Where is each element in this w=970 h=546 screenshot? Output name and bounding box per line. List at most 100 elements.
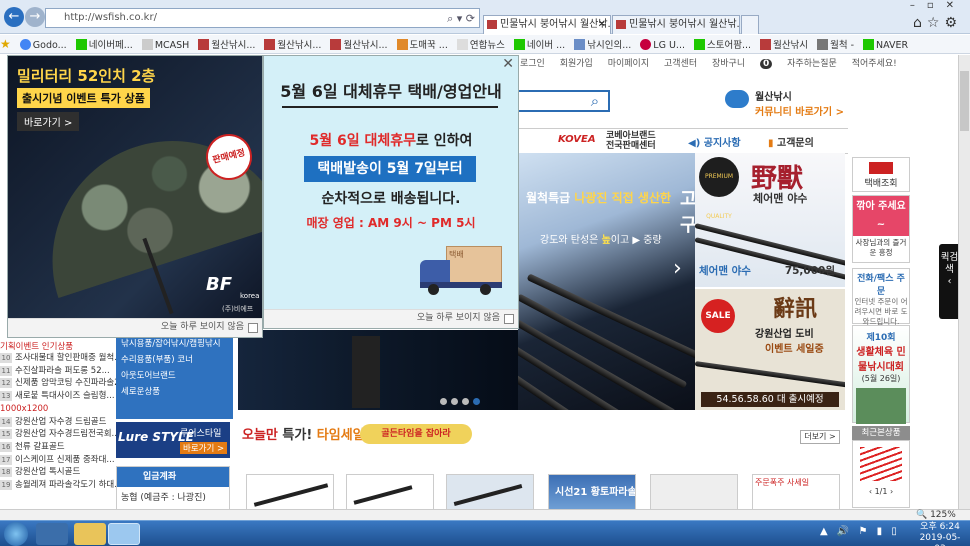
umbrella-ad[interactable]: 밀리터리 52인치 2층 출시기념 이벤트 특가 상품 바로가기 > 판매예정 … xyxy=(8,56,262,318)
side-banner-yasu[interactable]: PREMIUM QUALITY 野獸 체어맨 야수 체어맨 야수 75,000원 xyxy=(695,153,845,287)
bookmark-item[interactable]: LG U... xyxy=(640,36,685,53)
popular-product-item[interactable]: 12신제품 암막코팅 수진파라솔2층 xyxy=(0,377,116,390)
popular-product-item[interactable]: 14 강원산업 자수경 드림골드 xyxy=(0,416,116,429)
product-name: 강원산업 톡시골드 xyxy=(15,467,81,478)
product-tile[interactable] xyxy=(446,474,534,510)
tab-2[interactable]: 민물낚시 붕어낚시 월산낚... xyxy=(612,15,740,34)
pager-dot[interactable] xyxy=(440,398,447,405)
address-bar[interactable]: http://wsfish.co.kr/ ⌕ ▾ ⟳ xyxy=(45,8,480,28)
menu-kovea-center[interactable]: 코베아브랜드 전국판매센터 xyxy=(606,131,666,151)
popular-product-item[interactable]: 17 이스케이프 신제품 중좌대... xyxy=(0,454,116,467)
popular-product-item[interactable]: 10 조사대물대 할인판매중 월척... xyxy=(0,352,116,365)
phone-order-box[interactable]: 전화/팩스 주문 인터넷 주문이 어려우시면 바로 도와드립니다. xyxy=(852,268,910,326)
banner-next-icon[interactable]: › xyxy=(673,256,682,281)
delivery-tracking-button[interactable]: 택배조회 xyxy=(852,157,910,192)
close-icon[interactable]: ✕ xyxy=(502,56,514,72)
page-scrollbar[interactable] xyxy=(958,55,970,509)
popular-product-item[interactable]: 11 수진살파라솔 퍼도롱 52... xyxy=(0,365,116,378)
product-tile[interactable]: 주문폭주 사세일 xyxy=(752,474,840,510)
haggle-banner[interactable]: 깎아 주세요~ 사장님과의 즐거운 흥정 xyxy=(852,195,910,263)
forward-button[interactable]: → xyxy=(25,7,45,27)
dismiss-checkbox[interactable] xyxy=(504,314,514,324)
system-tray-icons[interactable]: ▲ 🔊 ⚑ ▮ ▯ xyxy=(820,526,900,537)
tab-1[interactable]: 민물낚시 붕어낚시 월산낚... ✕ xyxy=(483,15,611,34)
popular-product-item[interactable]: 15 강원산업 자수경드림전국회... xyxy=(0,428,116,441)
lure-link[interactable]: 바로가기 > xyxy=(180,442,228,454)
product-tile[interactable] xyxy=(650,474,738,510)
dismiss-checkbox[interactable] xyxy=(248,323,258,333)
popular-product-item[interactable]: 1000x1200 xyxy=(0,403,116,416)
start-button[interactable] xyxy=(4,522,28,546)
bookmark-item[interactable]: 네이버 ... xyxy=(513,36,565,53)
memo-link[interactable]: 적어주세요! xyxy=(852,59,897,69)
bookmark-item[interactable]: 월산낚시 xyxy=(760,36,808,53)
folder-icon[interactable] xyxy=(74,523,106,545)
banner-hanja-title: 辭訊 xyxy=(773,296,818,322)
main-banner[interactable]: 월척특급 나광진 직접 생산한 고구 강도와 탄성은 높이고 ▶ 중량 xyxy=(518,153,695,410)
new-tab-button[interactable] xyxy=(741,15,759,34)
media-player-icon[interactable] xyxy=(36,523,68,545)
popup-dismiss-row[interactable]: 오늘 하루 보이지 않음 xyxy=(264,309,518,328)
bookmark-item[interactable]: NAVER xyxy=(863,36,908,53)
community-link[interactable]: 월산낚시 커뮤니티 바로가기 > xyxy=(723,88,844,118)
popular-product-item[interactable]: 13 새로붙 특대사이즈 슬림형... xyxy=(0,390,116,403)
lure-style-banner[interactable]: Lure STYLE 루어스타일 바로가기 > xyxy=(116,422,230,458)
home-star-gear-icons[interactable]: ⌂☆⚙ xyxy=(913,15,962,31)
bookmark-item[interactable]: 월산낚시... xyxy=(264,36,321,53)
cart-link[interactable]: 장바구니 0 xyxy=(712,59,773,69)
popup-dismiss-row[interactable]: 오늘 하루 보이지 않음 xyxy=(8,318,262,337)
bookmark-item[interactable]: MCASH xyxy=(141,36,189,53)
clock[interactable]: 오후 6:24 2019-05-03 xyxy=(914,522,966,546)
login-link[interactable]: 로그인 xyxy=(520,59,545,69)
umbrella-badge: 출시기념 이벤트 특가 상품 xyxy=(17,88,150,108)
more-button[interactable]: 더보기 > xyxy=(800,430,840,444)
bookmark-item[interactable]: 월산낚시... xyxy=(330,36,388,53)
pager-dot-active[interactable] xyxy=(473,398,480,405)
popular-product-item[interactable]: 18 강원산업 톡시골드 xyxy=(0,466,116,479)
product-tile[interactable]: 시선21 황토파라솔 47 xyxy=(548,474,636,510)
product-tile[interactable] xyxy=(346,474,434,510)
golden-time-button[interactable]: 골든타임을 잡아라 xyxy=(360,424,472,444)
scroll-thumb[interactable] xyxy=(960,71,969,131)
recent-pager[interactable]: ‹ 1/1 › xyxy=(853,487,909,496)
search-icon[interactable]: ⌕ xyxy=(583,91,607,111)
pager-dot[interactable] xyxy=(451,398,458,405)
popular-product-item[interactable]: 16 천류 갈표골드 xyxy=(0,441,116,454)
menu-inquiry[interactable]: ▮ 고객문의 xyxy=(768,134,814,149)
tournament-banner[interactable]: 제10회 생활체육 민물낚시대회 (5월 26일) xyxy=(852,325,910,424)
close-tab-icon[interactable]: ✕ xyxy=(598,16,606,33)
search-refresh-icons[interactable]: ⌕ ▾ ⟳ xyxy=(447,10,475,28)
side-banner-dobi[interactable]: SALE 辭訊 강원산업 도비 이벤트 세일중 54.56.58.60 대 출시… xyxy=(695,289,845,410)
bookmark-item[interactable]: 도매꾹 ... xyxy=(396,36,448,53)
category-item[interactable]: 수리용품(부품) 코너 xyxy=(121,352,233,368)
popular-product-item[interactable]: 19 송월레져 파라솔각도기 하대... xyxy=(0,479,116,492)
bookmark-item[interactable]: 네이버페... xyxy=(75,36,133,53)
back-button[interactable]: ← xyxy=(4,7,24,27)
ie-icon[interactable] xyxy=(108,523,140,545)
zoom-level[interactable]: 🔍 125% xyxy=(916,510,956,520)
bookmark-item[interactable]: 낚시인의... xyxy=(574,36,631,53)
recent-items-box[interactable]: ‹ 1/1 › xyxy=(852,440,910,508)
recent-item-thumb[interactable] xyxy=(860,447,902,481)
window-controls[interactable]: –▫✕ xyxy=(910,0,970,11)
quick-search-tab[interactable]: 퀵검색 ‹ xyxy=(939,244,960,319)
category-item[interactable]: 낚시용품/잡어낚시/캠핑낚시 xyxy=(121,336,233,352)
mypage-link[interactable]: 마이페이지 xyxy=(608,59,649,69)
favorites-star-icon[interactable]: ★ xyxy=(0,35,11,53)
page-icon xyxy=(456,39,468,50)
bookmark-item[interactable]: 연합뉴스 xyxy=(456,36,505,53)
menu-notice[interactable]: ◀) 공지사항 xyxy=(688,134,741,149)
umbrella-go-button[interactable]: 바로가기 > xyxy=(17,112,80,131)
category-item[interactable]: 아웃도어브랜드 xyxy=(121,368,233,384)
pager-dot[interactable] xyxy=(462,398,469,405)
kovea-logo[interactable]: KOVEA xyxy=(558,134,596,145)
faq-link[interactable]: 자주하는질문 xyxy=(787,59,837,69)
bookmark-item[interactable]: 월척 - xyxy=(817,36,854,53)
bookmark-item[interactable]: 스토어팜... xyxy=(694,36,751,53)
bookmark-item[interactable]: Godo... xyxy=(19,36,67,53)
product-tile[interactable] xyxy=(246,474,334,510)
category-item[interactable]: 세로운상품 xyxy=(121,384,233,400)
signup-link[interactable]: 회원가입 xyxy=(560,59,593,69)
bookmark-item[interactable]: 월산낚시... xyxy=(198,36,255,53)
support-link[interactable]: 고객센터 xyxy=(664,59,697,69)
